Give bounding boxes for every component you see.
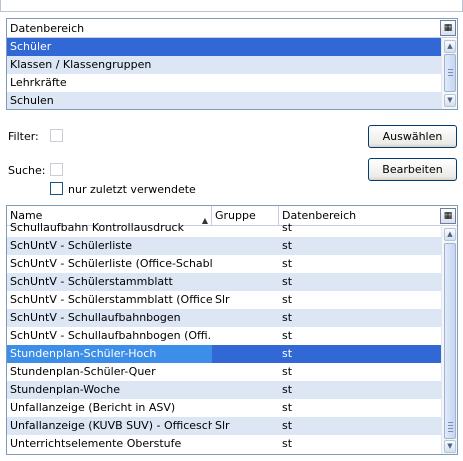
- cell-gruppe: [212, 399, 279, 417]
- table-row[interactable]: SchUntV - Schülerliste (Office-Schabl...…: [7, 255, 441, 273]
- cell-gruppe: [212, 273, 279, 291]
- cell-gruppe: [212, 237, 279, 255]
- column-chooser-icon[interactable]: ▦: [440, 208, 456, 224]
- filter-label: Filter:: [8, 130, 39, 143]
- cell-gruppe: [212, 345, 279, 363]
- cell-datenbereich: st: [282, 419, 293, 432]
- cell-name: SchUntV - Schülerstammblatt (Office ...: [10, 293, 212, 306]
- table-row[interactable]: SchUntV - Schülerstammblatt st: [7, 273, 441, 291]
- cell-gruppe: [212, 219, 279, 237]
- cell-datenbereich: st: [282, 401, 293, 414]
- table-row[interactable]: Schullaufbahn Kontrollausdruck st: [7, 219, 441, 237]
- datenbereich-header: Datenbereich ▦: [7, 19, 457, 38]
- cell-gruppe: Slr: [215, 293, 230, 306]
- datenbereich-header-label: Datenbereich: [10, 22, 85, 35]
- cell-name: SchUntV - Schullaufbahnbogen (Offi...: [10, 329, 212, 342]
- cell-datenbereich: st: [282, 437, 293, 450]
- suche-label: Suche:: [8, 164, 46, 177]
- top-frame: [0, 0, 463, 12]
- table-row[interactable]: Stundenplan-Schüler-Hoch st: [7, 345, 441, 363]
- cell-datenbereich: st: [282, 293, 293, 306]
- cell-datenbereich: st: [282, 347, 293, 360]
- cell-gruppe: [212, 255, 279, 273]
- table-scrollbar[interactable]: ▲ ▼: [441, 227, 457, 454]
- cell-datenbereich: st: [282, 275, 293, 288]
- table-row[interactable]: Unfallanzeige (Bericht in ASV) st: [7, 399, 441, 417]
- datenbereich-scrollbar[interactable]: ▲ ▼: [441, 39, 457, 109]
- table-row[interactable]: SchUntV - Schülerstammblatt (Office ... S…: [7, 291, 441, 309]
- table-body: Schullaufbahn Kontrollausdruck st SchUntV …: [7, 219, 441, 453]
- recent-only-label: nur zuletzt verwendete: [68, 183, 196, 196]
- scrollbar-thumb[interactable]: [444, 243, 456, 439]
- suche-field[interactable]: [50, 163, 63, 176]
- datenbereich-item-lehrkraefte[interactable]: Lehrkräfte: [7, 74, 441, 92]
- table-row[interactable]: Stundenplan-Schüler-Quer st: [7, 363, 441, 381]
- cell-name: SchUntV - Schülerliste (Office-Schabl...: [10, 257, 212, 270]
- scroll-down-icon[interactable]: ▼: [444, 94, 456, 107]
- auswaehlen-button[interactable]: Auswählen: [368, 125, 457, 148]
- cell-datenbereich: st: [282, 221, 293, 234]
- cell-name: Stundenplan-Schüler-Hoch: [7, 345, 212, 363]
- bearbeiten-button[interactable]: Bearbeiten: [368, 158, 457, 181]
- cell-name: SchUntV - Schülerliste: [10, 239, 133, 252]
- table-row[interactable]: SchUntV - Schülerliste st: [7, 237, 441, 255]
- cell-datenbereich: st: [282, 329, 293, 342]
- datenbereich-item-schueler[interactable]: Schüler: [7, 38, 441, 56]
- cell-datenbereich: st: [282, 383, 293, 396]
- cell-datenbereich: st: [282, 257, 293, 270]
- scroll-up-icon[interactable]: ▲: [444, 40, 456, 53]
- cell-gruppe: [212, 435, 279, 453]
- table-row[interactable]: Stundenplan-Woche st: [7, 381, 441, 399]
- cell-name: Stundenplan-Schüler-Quer: [10, 365, 156, 378]
- cell-name: SchUntV - Schülerstammblatt: [10, 275, 173, 288]
- cell-datenbereich: st: [282, 311, 293, 324]
- cell-gruppe: [212, 381, 279, 399]
- cell-datenbereich: st: [282, 365, 293, 378]
- table-row[interactable]: Unfallanzeige (KUVB SUV) - Officesch... S…: [7, 417, 441, 435]
- cell-name: Unfallanzeige (KUVB SUV) - Officesch...: [10, 419, 212, 432]
- cell-gruppe: [212, 309, 279, 327]
- scroll-up-icon[interactable]: ▲: [444, 228, 456, 241]
- cell-gruppe: [212, 327, 279, 345]
- cell-name: Unfallanzeige (Bericht in ASV): [10, 401, 176, 414]
- column-chooser-icon[interactable]: ▦: [440, 20, 456, 36]
- table-row[interactable]: SchUntV - Schullaufbahnbogen (Offi... st: [7, 327, 441, 345]
- table-row[interactable]: SchUntV - Schullaufbahnbogen st: [7, 309, 441, 327]
- recent-only-checkbox[interactable]: [50, 182, 63, 195]
- cell-name: Unterrichtselemente Oberstufe: [10, 437, 182, 450]
- cell-name: Schullaufbahn Kontrollausdruck: [10, 221, 184, 234]
- datenbereich-item-klassen[interactable]: Klassen / Klassengruppen: [7, 56, 441, 74]
- scrollbar-thumb[interactable]: [444, 54, 456, 92]
- datenbereich-list[interactable]: Datenbereich ▦ Schüler Klassen / Klassen…: [6, 18, 458, 110]
- cell-datenbereich: st: [282, 239, 293, 252]
- cell-gruppe: Slr: [215, 419, 230, 432]
- table-row[interactable]: Unterrichtselemente Oberstufe st: [7, 435, 441, 453]
- datenbereich-item-schulen[interactable]: Schulen: [7, 92, 441, 109]
- cell-name: SchUntV - Schullaufbahnbogen: [10, 311, 181, 324]
- cell-gruppe: [212, 363, 279, 381]
- scroll-down-icon[interactable]: ▼: [444, 440, 456, 453]
- cell-name: Stundenplan-Woche: [10, 383, 120, 396]
- filter-field[interactable]: [50, 129, 63, 142]
- berichte-table[interactable]: Name ▲ Gruppe Datenbereich ▦ Schullaufba…: [6, 205, 458, 455]
